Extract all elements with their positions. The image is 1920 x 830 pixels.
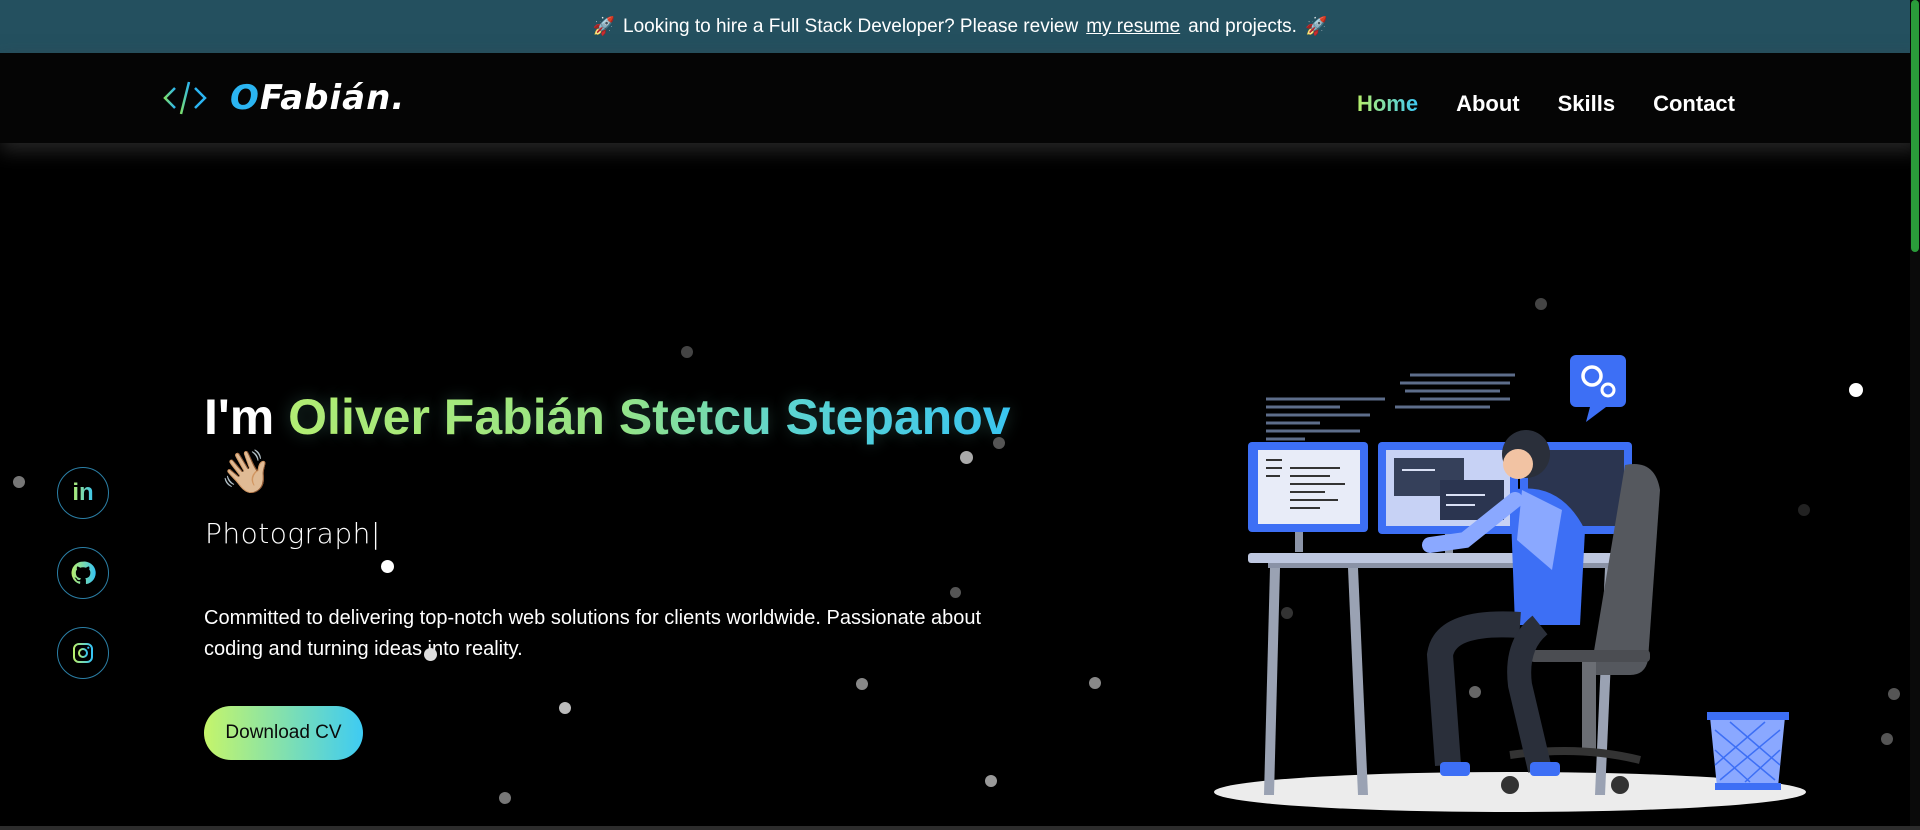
github-button[interactable]: [57, 547, 109, 599]
banner-text-end: and projects.: [1188, 15, 1297, 37]
linkedin-icon: in: [72, 479, 94, 506]
download-cv-button[interactable]: Download CV: [204, 706, 363, 760]
scrollbar-thumb[interactable]: [1911, 0, 1919, 252]
instagram-button[interactable]: [57, 627, 109, 679]
particle: [950, 587, 961, 598]
typing-text: Photograph|: [205, 517, 381, 550]
rocket-icon: 🚀: [1304, 16, 1328, 36]
logo-text: OFabián.: [230, 78, 405, 118]
particle: [559, 702, 571, 714]
nav-home[interactable]: Home: [1357, 91, 1418, 117]
banner-text: Looking to hire a Full Stack Developer? …: [623, 15, 1079, 37]
particle: [681, 346, 693, 358]
particle: [1888, 688, 1900, 700]
page-bottom-edge: [0, 826, 1920, 830]
resume-link[interactable]: my resume: [1086, 16, 1180, 38]
hero-description: Committed to delivering top-notch web so…: [204, 607, 982, 660]
particle: [856, 678, 868, 690]
particle: [1881, 733, 1893, 745]
particle: [1089, 677, 1101, 689]
logo-letter-o: O: [230, 78, 260, 118]
hero-prefix: I'm: [204, 389, 275, 445]
typing-word: Photograph: [205, 517, 371, 550]
nav-about[interactable]: About: [1456, 91, 1520, 117]
navbar: OFabián. Home About Skills Contact: [0, 53, 1920, 143]
linkedin-button[interactable]: in: [57, 467, 109, 519]
particle: [960, 451, 973, 464]
instagram-icon: [73, 643, 93, 663]
particle: [499, 792, 511, 804]
particle: [13, 476, 25, 488]
hero-title: I'm Oliver Fabián Stetcu Stepanov: [204, 388, 1011, 446]
hero-name: Oliver Fabián Stetcu Stepanov: [288, 389, 1011, 445]
typing-cursor: |: [370, 517, 381, 550]
rocket-icon: 🚀: [592, 16, 616, 36]
logo[interactable]: OFabián.: [162, 78, 405, 118]
logo-name: Fabián.: [259, 78, 406, 118]
nav-skills[interactable]: Skills: [1558, 91, 1615, 117]
particle: [1535, 298, 1547, 310]
github-icon: [71, 561, 96, 585]
particle: [381, 560, 394, 573]
particle: [424, 648, 437, 661]
scrollbar[interactable]: [1910, 0, 1920, 830]
nav-contact[interactable]: Contact: [1653, 91, 1735, 117]
developer-at-desk-illustration: [1214, 355, 1806, 812]
particle: [993, 437, 1005, 449]
nav-links: Home About Skills Contact: [1357, 91, 1735, 117]
particle: [1849, 383, 1863, 397]
waving-hand-icon: 👋🏼: [220, 448, 273, 495]
code-brackets-icon: [162, 78, 208, 118]
particle: [985, 775, 997, 787]
announcement-banner: 🚀 Looking to hire a Full Stack Developer…: [0, 0, 1920, 53]
